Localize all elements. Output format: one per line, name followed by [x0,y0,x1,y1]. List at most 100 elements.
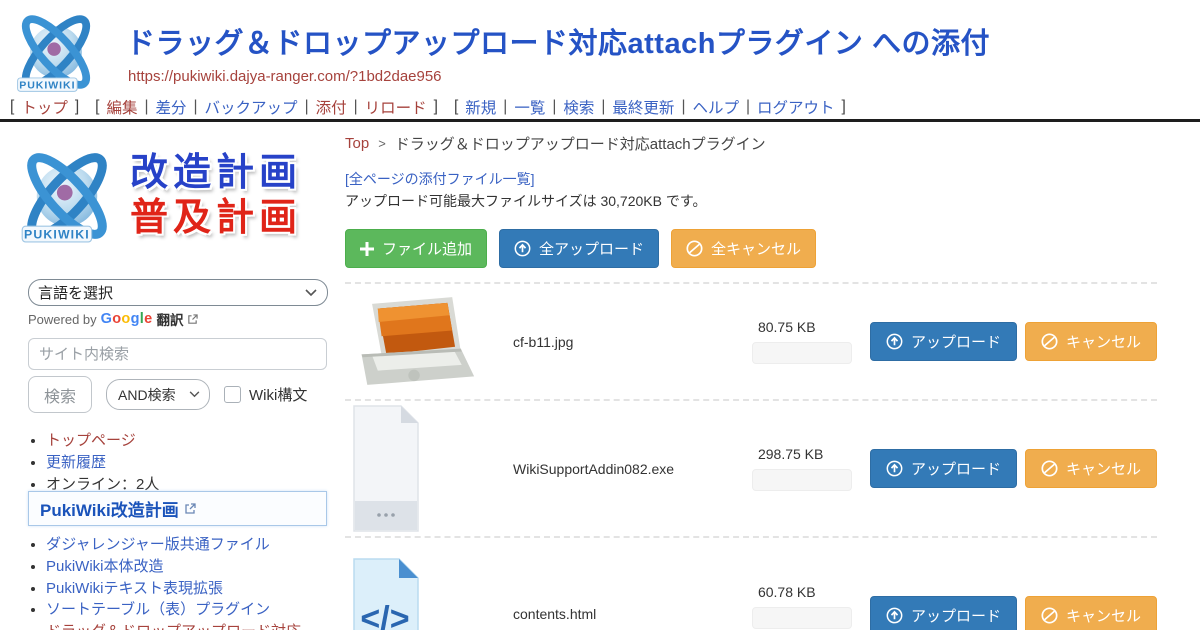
sidebar-link-history[interactable]: 更新履歴 [46,454,106,471]
wiki-syntax-checkbox[interactable] [224,386,241,403]
page-title: ドラッグ＆ドロップアップロード対応attachプラグイン への添付 [126,20,990,62]
file-stats: 298.75 KB [752,446,854,491]
upload-button[interactable]: アップロード [870,449,1017,488]
nav-item-backup[interactable]: バックアップ [205,96,298,118]
bracket: ] [434,98,438,116]
search-button[interactable]: 検索 [28,376,92,413]
upload-button[interactable]: アップロード [870,596,1017,630]
progress-bar [752,607,852,629]
ban-icon [1041,607,1058,624]
separator: | [601,98,605,116]
file-row: cf-b11.jpg 80.75 KB アップロード [345,282,1157,399]
nav-item-attach[interactable]: 添付 [316,96,347,118]
upload-queue: cf-b11.jpg 80.75 KB アップロード [345,282,1157,630]
progress-bar [752,342,852,364]
upload-all-label: 全アップロード [539,238,644,259]
file-thumbnail [353,294,511,390]
file-thumbnail [353,405,511,532]
google-letter: o [121,311,130,327]
cancel-button[interactable]: キャンセル [1025,596,1157,630]
nav-item-edit[interactable]: 編集 [106,96,137,118]
cancel-all-button[interactable]: 全キャンセル [671,229,816,268]
nav-item-search[interactable]: 検索 [563,96,594,118]
pukiwiki-kaizou-link[interactable]: PukiWiki改造計画 [40,496,179,521]
nav-item-reload[interactable]: リロード [365,96,427,118]
file-stats: 80.75 KB [752,319,854,364]
nav-item-recent[interactable]: 最終更新 [612,96,674,118]
file-actions: アップロード キャンセル [870,596,1157,630]
atom-icon: PUKIWIKI [8,140,126,252]
sidebar-link-text-ext[interactable]: PukiWikiテキスト表現拡張 [46,580,223,597]
pukiwiki-attach-page: PUKIWIKI ドラッグ＆ドロップアップロード対応attachプラグイン への… [0,0,1200,630]
file-actions: アップロード キャンセル [870,322,1157,361]
cancel-button[interactable]: キャンセル [1025,449,1157,488]
sidebar-link-dnd-attach[interactable]: ドラッグ＆ドロップアップロード対応attachプラグイン [46,623,301,630]
translate-link[interactable]: 翻訳 [156,309,183,329]
site-search-input[interactable] [28,338,327,370]
google-letter: e [144,311,152,327]
nav-item-top[interactable]: トップ [21,96,68,118]
upload-circle-icon [886,460,903,477]
google-logo: Google [101,311,153,327]
add-file-button[interactable]: ファイル追加 [345,229,487,268]
chevron-down-icon [189,391,200,398]
upload-label: アップロード [911,605,1001,626]
cancel-label: キャンセル [1066,331,1141,352]
bracket: ] [842,98,846,116]
separator: | [354,98,358,116]
google-translate-attribution: Powered by Google 翻訳 [28,309,198,329]
bracket: [ [95,98,99,116]
code-file-icon: </> [353,558,419,630]
sidebar-link-sort-table[interactable]: ソートテーブル（表）プラグイン [46,601,270,618]
google-letter: G [101,311,113,327]
search-mode-select[interactable]: AND検索 [106,379,210,410]
nav-item-new[interactable]: 新規 [465,96,496,118]
search-mode-value: AND検索 [118,385,176,405]
bracket: [ [10,98,14,116]
file-size: 80.75 KB [752,319,854,335]
upload-label: アップロード [911,458,1001,479]
logo-badge-text: PUKIWIKI [24,228,90,242]
nav-item-diff[interactable]: 差分 [156,96,187,118]
sidebar-link-toppage[interactable]: トップページ [46,432,136,449]
file-row: </> contents.html 60.78 KB アップロード [345,536,1157,630]
nav-item-logout[interactable]: ログアウト [757,96,835,118]
breadcrumb-top-link[interactable]: Top [345,135,369,152]
upload-all-button[interactable]: 全アップロード [499,229,659,268]
language-select-value: 言語を選択 [38,282,113,303]
sidebar-link-core-mod[interactable]: PukiWiki本体改造 [46,558,164,575]
sidebar-link-common-files[interactable]: ダジャレンジャー版共通ファイル [46,536,270,553]
all-attachments-link[interactable]: [全ページの添付ファイル一覧] [345,169,535,189]
file-size: 60.78 KB [752,584,854,600]
pukiwiki-kaizou-box: PukiWiki改造計画 [28,491,327,526]
chevron-down-icon [305,289,317,297]
logo-badge-text: PUKIWIKI [19,79,75,91]
wiki-syntax-option: Wiki構文 [224,384,307,405]
wiki-syntax-label: Wiki構文 [249,384,307,405]
nav-item-help[interactable]: ヘルプ [692,96,739,118]
separator: | [681,98,685,116]
bracket: ] [75,98,79,116]
upload-circle-icon [886,607,903,624]
separator: | [503,98,507,116]
language-select[interactable]: 言語を選択 [28,279,328,306]
external-link-icon [184,503,196,515]
cancel-button[interactable]: キャンセル [1025,322,1157,361]
pukiwiki-atom-logo[interactable]: PUKIWIKI [8,4,104,100]
list-item: 更新履歴 [46,454,336,473]
cancel-all-label: 全キャンセル [711,238,801,259]
upload-button[interactable]: アップロード [870,322,1017,361]
powered-by-text: Powered by [28,312,97,327]
header-divider [0,119,1200,122]
file-size: 298.75 KB [752,446,854,462]
file-row: WikiSupportAddin082.exe 298.75 KB アップロード [345,399,1157,536]
ban-icon [1041,333,1058,350]
separator: | [305,98,309,116]
nav-item-list[interactable]: 一覧 [514,96,545,118]
sidebar-banner-logo[interactable]: PUKIWIKI 改造計画 普及計画 [8,138,340,254]
file-name: cf-b11.jpg [511,334,752,350]
breadcrumb-separator: > [378,136,386,151]
file-thumbnail: </> [353,558,511,630]
max-upload-size-text: アップロード可能最大ファイルサイズは 30,720KB です。 [345,191,706,211]
page-url-link[interactable]: https://pukiwiki.dajya-ranger.com/?1bd2d… [128,68,442,85]
